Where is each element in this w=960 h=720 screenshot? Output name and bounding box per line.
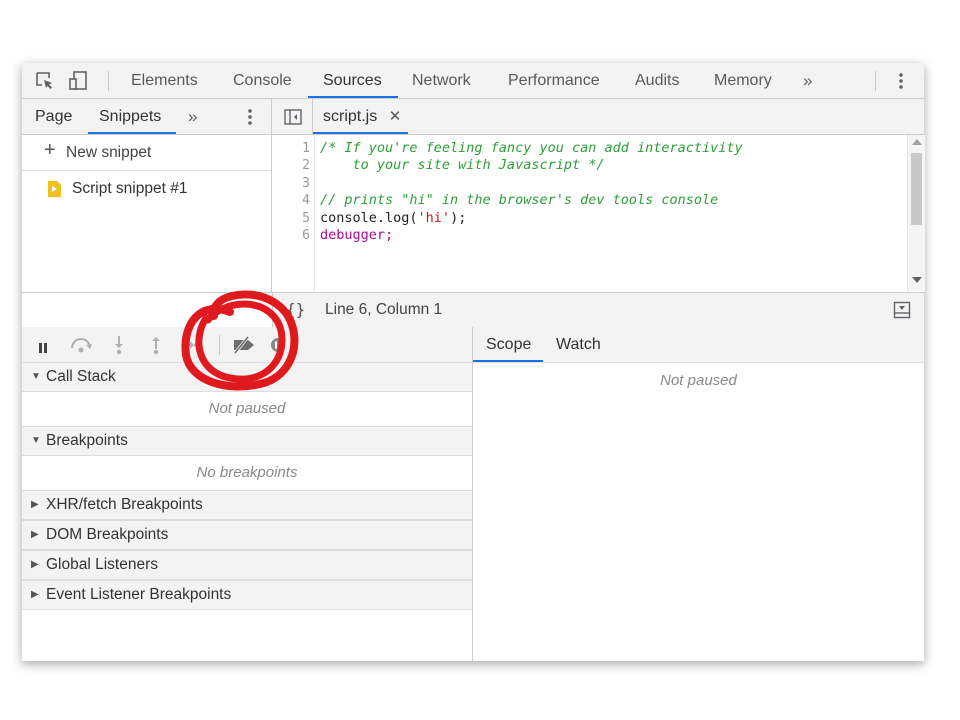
code-line: debugger; (320, 227, 394, 243)
editor-status-bar: {} Line 6, Column 1 (272, 292, 924, 328)
editor-tabbar: script.js ✕ (272, 99, 924, 135)
device-toolbar-icon[interactable] (68, 70, 90, 92)
scrollbar-thumb[interactable] (911, 153, 922, 225)
call-stack-title: Call Stack (46, 368, 116, 385)
tab-memory[interactable]: Memory (714, 63, 772, 98)
editor-file-tab[interactable]: script.js ✕ (323, 99, 401, 134)
breakpoints-title: Breakpoints (46, 432, 128, 449)
step-out-icon[interactable] (149, 335, 163, 355)
cursor-position: Line 6, Column 1 (325, 301, 443, 318)
plus-icon: + (44, 139, 56, 161)
line-number: 2 (302, 158, 310, 173)
navigator-menu-icon[interactable] (244, 107, 256, 127)
event-listener-breakpoints-title: Event Listener Breakpoints (46, 586, 232, 603)
snippet-list: Script snippet #1 (22, 171, 271, 292)
expanded-triangle-icon: ▼ (31, 435, 41, 446)
breakpoints-header[interactable]: ▼ Breakpoints (22, 426, 472, 456)
toolbar-separator-right (875, 71, 876, 91)
main-toolbar: Elements Console Sources Network Perform… (22, 63, 924, 99)
toggle-debugger-sidebar-icon[interactable] (893, 301, 911, 319)
line-number: 4 (302, 193, 310, 208)
collapsed-triangle-icon: ▶ (31, 559, 39, 570)
editor-file-tab-label: script.js (323, 108, 378, 125)
breakpoints-empty: No breakpoints (196, 464, 298, 481)
scope-empty: Not paused (660, 372, 737, 389)
navigator-tabbar: Page Snippets » (22, 99, 271, 135)
step-over-icon[interactable] (69, 336, 93, 354)
navigator-tab-page[interactable]: Page (35, 99, 72, 134)
inspect-element-icon[interactable] (35, 71, 55, 91)
annotation-circle (181, 290, 299, 391)
tab-scope[interactable]: Scope (486, 327, 531, 362)
new-snippet-label: New snippet (66, 144, 152, 161)
scroll-down-arrow-icon[interactable] (912, 277, 922, 283)
dom-breakpoints-title: DOM Breakpoints (46, 526, 169, 543)
global-listeners-title: Global Listeners (46, 556, 159, 573)
dom-breakpoints-header[interactable]: ▶ DOM Breakpoints (22, 520, 472, 550)
code-token-string: 'hi' (417, 210, 451, 226)
code-line: console.log('hi'); (320, 210, 466, 227)
step-into-icon[interactable] (112, 335, 126, 355)
tab-console[interactable]: Console (233, 63, 292, 98)
code-token: console.log( (320, 210, 418, 226)
line-number: 5 (302, 211, 310, 226)
tab-performance[interactable]: Performance (508, 63, 600, 98)
collapsed-triangle-icon: ▶ (31, 589, 39, 600)
tab-watch[interactable]: Watch (556, 327, 601, 362)
editor-panel: script.js ✕ 1 2 3 4 5 6 /* If you're fee… (272, 99, 925, 292)
scroll-up-arrow-icon[interactable] (912, 139, 922, 145)
scope-tabbar: Scope Watch (473, 327, 924, 363)
navigator-tab-snippets[interactable]: Snippets (99, 99, 161, 134)
snippet-item-label: Script snippet #1 (72, 180, 188, 197)
navigator-more-icon[interactable]: » (188, 99, 197, 134)
call-stack-empty: Not paused (208, 400, 286, 417)
tab-audits[interactable]: Audits (635, 63, 679, 98)
collapsed-triangle-icon: ▶ (31, 529, 39, 540)
line-number: 6 (302, 228, 310, 243)
code-line: // prints "hi" in the browser's dev tool… (320, 192, 719, 208)
snippet-file-icon (48, 181, 61, 197)
tab-elements[interactable]: Elements (131, 63, 198, 98)
xhr-breakpoints-title: XHR/fetch Breakpoints (46, 496, 203, 513)
devtools-window: Elements Console Sources Network Perform… (22, 63, 925, 661)
editor-file-tab-underline (313, 132, 408, 134)
code-token: ); (450, 210, 467, 226)
tab-scope-underline (473, 360, 543, 362)
pause-icon[interactable] (38, 340, 48, 353)
line-number: 3 (302, 176, 310, 191)
xhr-breakpoints-header[interactable]: ▶ XHR/fetch Breakpoints (22, 490, 472, 520)
code-line: to your site with Javascript */ (320, 157, 605, 173)
gutter: 1 2 3 4 5 6 (272, 135, 315, 291)
new-snippet-button[interactable]: + New snippet (22, 135, 271, 171)
global-listeners-header[interactable]: ▶ Global Listeners (22, 550, 472, 580)
code-line: /* If you're feeling fancy you can add i… (320, 140, 743, 156)
tab-sources[interactable]: Sources (323, 63, 382, 98)
navigator-tab-snippets-underline (88, 132, 176, 134)
toggle-navigator-icon[interactable] (283, 107, 303, 127)
expanded-triangle-icon: ▼ (31, 371, 41, 382)
editor-tab-separator (312, 99, 313, 134)
code-editor[interactable]: 1 2 3 4 5 6 /* If you're feeling fancy y… (272, 135, 907, 291)
line-number: 1 (302, 141, 310, 156)
navigator-panel: Page Snippets » + New snippet Script sni… (22, 99, 272, 292)
collapsed-triangle-icon: ▶ (31, 499, 39, 510)
tab-network[interactable]: Network (412, 63, 471, 98)
close-tab-icon[interactable]: ✕ (389, 108, 402, 125)
editor-scrollbar[interactable] (907, 135, 925, 291)
event-listener-breakpoints-header[interactable]: ▶ Event Listener Breakpoints (22, 580, 472, 610)
tab-sources-underline (308, 96, 398, 98)
snippet-item[interactable]: Script snippet #1 (22, 171, 271, 207)
toolbar-separator (108, 71, 109, 91)
kebab-menu-icon[interactable] (894, 71, 908, 91)
scope-pane: Scope Watch Not paused (473, 327, 924, 661)
more-tabs-icon[interactable]: » (803, 63, 812, 98)
